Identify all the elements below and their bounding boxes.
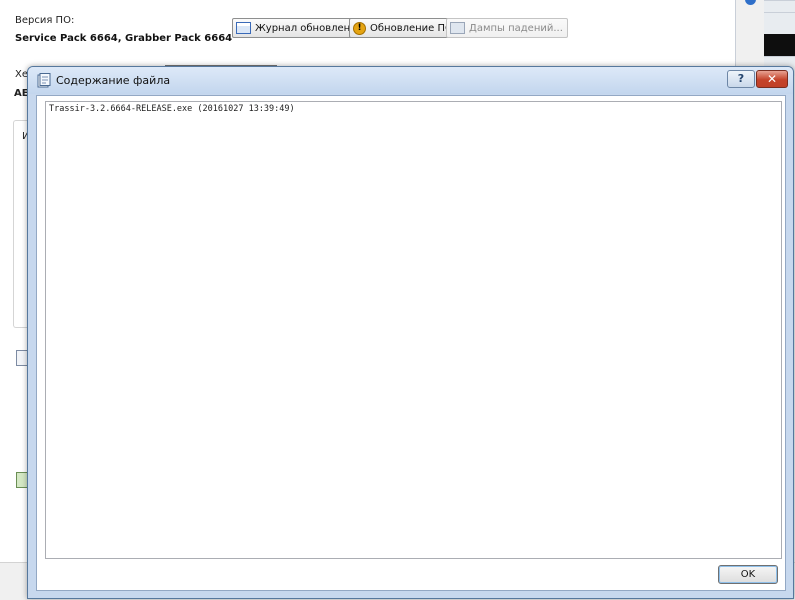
- version-value: Service Pack 6664, Grabber Pack 6664: [15, 33, 233, 44]
- update-journal-label: Журнал обновлений: [255, 22, 364, 34]
- update-journal-button[interactable]: Журнал обновлений: [232, 18, 369, 38]
- journal-icon: [236, 22, 251, 34]
- warning-icon: !: [353, 21, 366, 35]
- crash-dumps-label: Дампы падений...: [469, 22, 563, 34]
- crash-dumps-button[interactable]: Дампы падений...: [446, 18, 568, 38]
- software-update-button[interactable]: ! Обновление ПО: [349, 18, 458, 38]
- version-label: Версия ПО:: [15, 15, 75, 26]
- file-content-dialog: Содержание файла ? ✕ Trassir-3.2.6664-RE…: [27, 66, 794, 599]
- dialog-client-area: Trassir-3.2.6664-RELEASE.exe (20161027 1…: [36, 95, 786, 591]
- dialog-titlebar[interactable]: Содержание файла ? ✕: [28, 67, 793, 94]
- ok-button[interactable]: OK: [718, 565, 778, 584]
- close-button[interactable]: ✕: [756, 70, 788, 88]
- help-button[interactable]: ?: [727, 70, 755, 88]
- dialog-title: Содержание файла: [56, 74, 171, 87]
- document-icon: [37, 73, 51, 88]
- file-content-textarea[interactable]: Trassir-3.2.6664-RELEASE.exe (20161027 1…: [45, 101, 782, 559]
- software-update-label: Обновление ПО: [370, 22, 453, 34]
- dump-icon: [450, 22, 465, 34]
